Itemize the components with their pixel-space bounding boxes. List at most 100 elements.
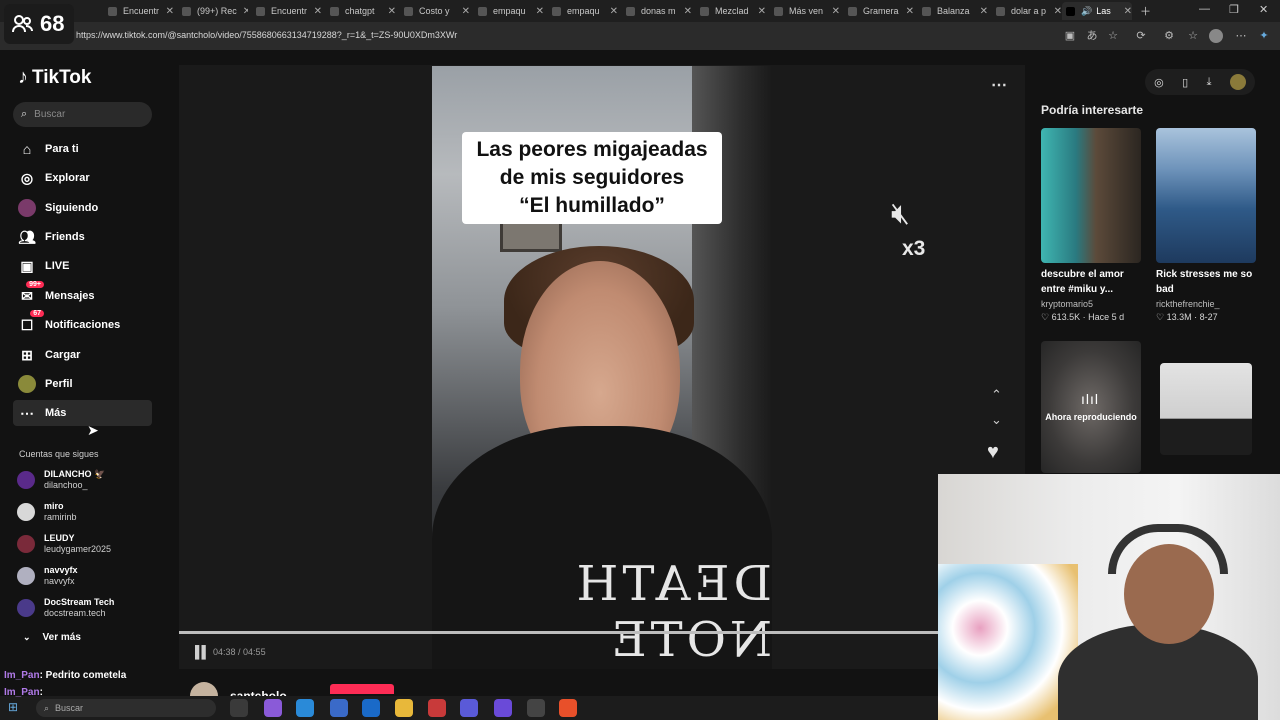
browser-tab[interactable]: (99+) Rec ✕ bbox=[182, 2, 248, 20]
device-icon[interactable]: ▯ bbox=[1182, 76, 1188, 89]
browser-tab[interactable]: Balanza ✕ bbox=[922, 2, 988, 20]
video-time: 04:38 / 04:55 bbox=[213, 647, 266, 657]
copilot-app-icon[interactable] bbox=[264, 699, 282, 717]
nav-friends[interactable]: 👥︎ Friends bbox=[13, 224, 152, 250]
tab-close-icon[interactable]: ✕ bbox=[237, 6, 248, 17]
task-view-icon[interactable] bbox=[230, 699, 248, 717]
nav-mensajes[interactable]: ✉ 99+ Mensajes bbox=[13, 281, 152, 309]
follow-button[interactable] bbox=[330, 684, 394, 694]
app-icon[interactable]: ▣ bbox=[1063, 29, 1077, 43]
nav-cargar[interactable]: ⊞ Cargar bbox=[13, 342, 152, 368]
browser-tab[interactable]: Costo y ✕ bbox=[404, 2, 470, 20]
user-avatar[interactable] bbox=[1229, 74, 1246, 90]
following-account[interactable]: navvyfx navvyfx bbox=[17, 565, 78, 587]
obs-icon[interactable] bbox=[527, 699, 545, 717]
recommendation-card[interactable]: Rick stresses me so bad rickthefrenchie_… bbox=[1156, 128, 1256, 323]
tab-close-icon[interactable]: ✕ bbox=[456, 6, 470, 17]
tab-favicon bbox=[330, 6, 339, 16]
tab-close-icon[interactable]: ✕ bbox=[826, 6, 840, 17]
tab-close-icon[interactable]: ✕ bbox=[678, 6, 692, 17]
browser-tab[interactable]: dolar a p ✕ bbox=[996, 2, 1062, 20]
valorant-icon[interactable] bbox=[428, 699, 446, 717]
minimize-icon[interactable]: — bbox=[1199, 3, 1210, 15]
browser-tab-active[interactable]: 🔊 Las ✕ bbox=[1062, 2, 1132, 20]
recommendation-thumbnail[interactable] bbox=[1156, 128, 1256, 263]
nav-live[interactable]: ▣ LIVE bbox=[13, 253, 152, 279]
copilot-icon[interactable]: ✦ bbox=[1257, 29, 1271, 43]
tab-close-icon[interactable]: ✕ bbox=[974, 6, 988, 17]
nav-siguiendo[interactable]: Siguiendo bbox=[13, 195, 152, 221]
translate-icon[interactable]: あ bbox=[1085, 29, 1099, 43]
browser-tab[interactable]: Gramera ✕ bbox=[848, 2, 914, 20]
browser-tab[interactable]: empaqu ✕ bbox=[552, 2, 618, 20]
heart-icon[interactable]: ♥ bbox=[987, 441, 999, 464]
favorite-star-icon[interactable]: ☆ bbox=[1106, 29, 1120, 43]
teams-icon[interactable] bbox=[460, 699, 478, 717]
download-icon[interactable]: ⤓ bbox=[1207, 76, 1212, 89]
url-field[interactable]: https://www.tiktok.com/@santcholo/video/… bbox=[76, 30, 457, 40]
refresh-icon[interactable]: ⟳ bbox=[1134, 29, 1148, 43]
tab-close-icon[interactable]: ✕ bbox=[160, 6, 174, 17]
store-icon[interactable] bbox=[330, 699, 348, 717]
muted-speaker-icon[interactable]: 🔇︎ bbox=[891, 197, 910, 231]
now-playing-card[interactable]: ılıl Ahora reproduciendo bbox=[1041, 341, 1141, 473]
search-input[interactable]: ⌕ Buscar bbox=[13, 102, 152, 127]
more-options-icon[interactable]: ⋯ bbox=[991, 75, 1007, 95]
video-progress-bar[interactable] bbox=[179, 631, 1025, 634]
nav-notificaciones[interactable]: ☐ 67 Notificaciones bbox=[13, 310, 152, 338]
pause-icon[interactable]: ▌▌ bbox=[195, 645, 210, 659]
next-video-icon[interactable]: ⌄ bbox=[991, 412, 1002, 428]
see-more-button[interactable]: ⌄ Ver más bbox=[23, 632, 81, 643]
maximize-icon[interactable]: ❐ bbox=[1229, 3, 1239, 16]
discord-icon[interactable] bbox=[494, 699, 512, 717]
recommendation-thumbnail[interactable] bbox=[1160, 363, 1252, 455]
recommendation-title-line: Rick stresses me so bbox=[1156, 269, 1253, 280]
nav-para-ti[interactable]: ⌂ Para ti bbox=[13, 136, 152, 162]
video-frame[interactable]: DEATH NOTE Las peores migajeadas de mis … bbox=[432, 66, 772, 669]
chat-message: Im_Pan: bbox=[4, 687, 43, 698]
nav-explorar[interactable]: ◎ Explorar bbox=[13, 165, 152, 191]
browser-tab[interactable]: Más ven ✕ bbox=[774, 2, 840, 20]
browser-tab[interactable]: Encuentr ✕ bbox=[256, 2, 322, 20]
tiktok-logo[interactable]: ♪ TikTok bbox=[18, 66, 91, 89]
recommendation-thumbnail[interactable] bbox=[1041, 128, 1141, 263]
browser-tab[interactable]: Mezclad ✕ bbox=[700, 2, 766, 20]
nav-label: Más bbox=[45, 407, 67, 419]
tab-close-icon[interactable]: ✕ bbox=[900, 6, 914, 17]
brave-icon[interactable] bbox=[559, 699, 577, 717]
following-account[interactable]: miro ramirinb bbox=[17, 501, 77, 523]
menu-dots-icon[interactable]: ⋯ bbox=[1234, 29, 1248, 43]
outlook-icon[interactable] bbox=[362, 699, 380, 717]
extensions-icon[interactable]: ⚙ bbox=[1162, 29, 1176, 43]
recommendation-stats: ♡ 613.5K · Hace 5 d bbox=[1041, 312, 1125, 322]
recommendation-card[interactable]: descubre el amor entre #miku y... krypto… bbox=[1041, 128, 1141, 323]
nav-mas[interactable]: ⋯ Más bbox=[13, 400, 152, 426]
browser-tab[interactable]: Encuentr ✕ bbox=[108, 2, 174, 20]
following-account[interactable]: DocStream Tech docstream.tech bbox=[17, 597, 114, 619]
favorites-icon[interactable]: ☆ bbox=[1186, 29, 1200, 43]
tab-close-icon[interactable]: ✕ bbox=[382, 6, 396, 17]
file-explorer-icon[interactable] bbox=[395, 699, 413, 717]
windows-start-icon[interactable]: ⊞ bbox=[8, 700, 18, 714]
browser-tab[interactable]: donas m ✕ bbox=[626, 2, 692, 20]
tab-close-icon[interactable]: ✕ bbox=[604, 6, 618, 17]
tab-close-icon[interactable]: ✕ bbox=[308, 6, 322, 17]
recommendation-author: kryptomario5 bbox=[1041, 299, 1094, 309]
coins-icon[interactable]: ◎ bbox=[1154, 76, 1164, 89]
nav-perfil[interactable]: Perfil bbox=[13, 371, 152, 397]
tab-close-icon[interactable]: ✕ bbox=[1118, 6, 1132, 17]
profile-avatar[interactable] bbox=[1209, 29, 1223, 43]
tab-close-icon[interactable]: ✕ bbox=[1048, 6, 1062, 17]
edge-icon[interactable] bbox=[296, 699, 314, 717]
video-player[interactable]: DEATH NOTE Las peores migajeadas de mis … bbox=[179, 65, 1025, 669]
following-account[interactable]: DILANCHO 🦅 dilanchoo_ bbox=[17, 469, 105, 491]
taskbar-search-input[interactable]: ⌕ Buscar bbox=[36, 699, 216, 717]
tab-close-icon[interactable]: ✕ bbox=[752, 6, 766, 17]
new-tab-icon[interactable]: ＋ bbox=[1140, 3, 1151, 19]
tab-close-icon[interactable]: ✕ bbox=[530, 6, 544, 17]
browser-tab[interactable]: empaqu ✕ bbox=[478, 2, 544, 20]
previous-video-icon[interactable]: ⌃ bbox=[991, 387, 1002, 403]
close-window-icon[interactable]: ✕ bbox=[1259, 3, 1268, 16]
browser-tab[interactable]: chatgpt ✕ bbox=[330, 2, 396, 20]
following-account[interactable]: LEUDY leudygamer2025 bbox=[17, 533, 111, 555]
